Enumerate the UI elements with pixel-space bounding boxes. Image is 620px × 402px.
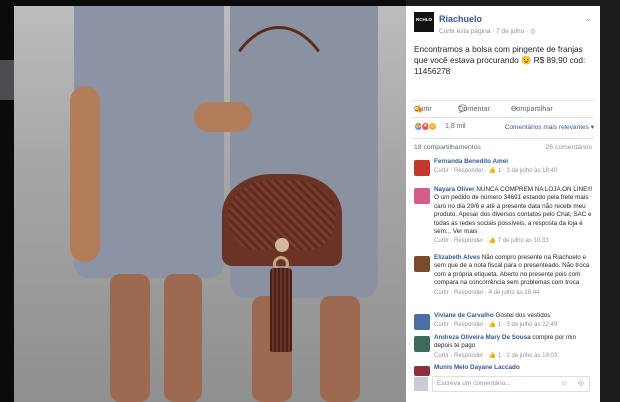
comment-body: Andreza Oliveira Mary De Sousa compre po… [434,334,594,360]
previous-photo-edge[interactable] [0,0,14,402]
bag-tassel [270,268,292,352]
divider [412,117,594,118]
emoji-icon[interactable]: ☺ ◎ [561,379,588,387]
share-label: Compartilhar [511,104,553,113]
post-text: Encontramos a bolsa com pingente de fran… [414,44,586,76]
comment-body: Elizabeth Alves Não compro presente na R… [434,254,594,297]
reactions-bar[interactable]: 👍 ♥ ☺ 1,8 mil Comentários mais relevante… [414,122,596,134]
comment-meta[interactable]: Curtir · Responder · 👍 1 · 3 de julho às… [434,167,594,175]
comment-text: Gostei dos vestidos [495,312,551,319]
avatar [414,377,428,391]
avatar[interactable] [414,188,430,204]
comment-author[interactable]: Fernanda Benedito Amei [434,158,508,165]
reaction-count[interactable]: 1,8 mil [445,123,466,130]
comment-text: NUNCA COMPREM NA LOJA ON LINE!!! O um pe… [434,186,593,236]
page-logo-text: RCHLO [416,17,432,22]
right-leg-2 [320,296,360,402]
left-leg-2 [164,274,202,402]
avatar[interactable] [414,256,430,272]
chevron-down-icon[interactable]: ⌄ [585,14,592,23]
saddle-bag [222,174,342,266]
comment-label: Comentar [458,104,491,113]
comment-body: Nayara Oliver NUNCA COMPREM NA LOJA ON L… [434,186,594,246]
avatar[interactable] [414,336,430,352]
comment-author[interactable]: Nayara Oliver [434,186,475,193]
window-margin [600,6,620,402]
comment-meta[interactable]: Curtir · Responder · 👍 1 · 2 de julho às… [434,352,594,360]
comment-body: Fernanda Benedito Amei Curtir · Responde… [434,158,594,176]
page-avatar[interactable]: RCHLO [414,12,434,32]
photo-viewer[interactable] [0,0,406,402]
post-header: RCHLO Riachuelo Curtir esta página · 7 d… [406,6,600,36]
left-arm [70,86,100,262]
page-name-link[interactable]: Riachuelo [439,14,482,24]
comment-body: Viviane de Carvalho Gostei dos vestidos … [434,312,594,330]
left-leg [110,274,150,402]
divider [412,100,594,101]
comment-author[interactable]: Andreza Oliveira Mary De Sousa [434,334,531,341]
avatar[interactable] [414,314,430,330]
comment-meta[interactable]: Curtir · Responder · 👍 1 · 3 de julho às… [434,321,594,329]
post-photo[interactable] [14,6,406,402]
comment-author[interactable]: Munis Melo Dayane Laccado [434,364,520,371]
comments-count[interactable]: 26 comentários [546,144,592,151]
comment-composer: Escreva um comentário... ☺ ◎ [412,374,596,394]
like-label: Curtir [414,104,432,113]
divider [412,138,594,139]
comment-author[interactable]: Elizabeth Alves [434,254,480,261]
haha-reaction-icon: ☺ [428,122,437,131]
avatar[interactable] [414,160,430,176]
post-subtitle[interactable]: Curtir esta página · 7 de julho · ◎ [439,27,536,35]
bag-button [275,238,289,252]
shares-count[interactable]: 18 compartilhamentos [414,144,481,151]
comment-meta[interactable]: Curtir · Responder · 👍 7 de julho às 10:… [434,237,594,245]
comment-author[interactable]: Viviane de Carvalho [434,312,494,319]
comment-sort-dropdown[interactable]: Comentários mais relevantes ▾ [505,123,594,131]
comment-body: Munis Melo Dayane Laccado [434,364,594,372]
post-sidebar: RCHLO Riachuelo Curtir esta página · 7 d… [406,6,600,402]
comment-meta[interactable]: Curtir · Responder · 4 de julho às 18:44 [434,289,594,297]
previous-photo-peek [0,60,14,100]
